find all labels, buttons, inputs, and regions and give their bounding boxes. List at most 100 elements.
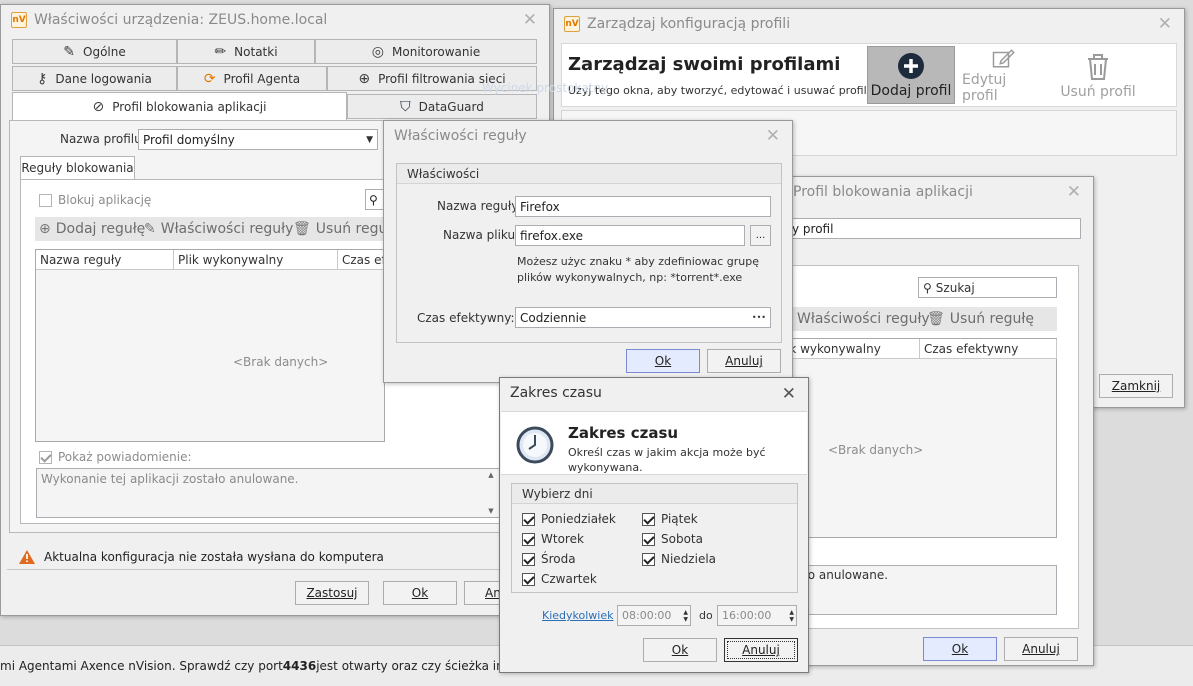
cancel-button[interactable]: Anuluj	[707, 349, 781, 373]
blocking-profile-select[interactable]: y profil	[787, 218, 1081, 239]
rule-titlebar[interactable]: Właściwości reguły	[384, 121, 792, 151]
key-icon: ⚷	[37, 70, 48, 87]
browse-button[interactable]: ...	[750, 225, 771, 246]
time-description: Określ czas w jakim akcja może być wykon…	[568, 446, 766, 474]
day-option[interactable]: Czwartek	[522, 572, 597, 586]
column-header[interactable]: Plik wykonywalny	[174, 250, 338, 270]
rules-grid[interactable]: Nazwa reguły Plik wykonywalny Czas efe <…	[35, 249, 393, 442]
notify-text-field[interactable]: stało anulowane.	[781, 565, 1057, 615]
rule-name-input[interactable]: Firefox	[515, 196, 771, 217]
profiles-titlebar[interactable]: nV Zarządzaj konfiguracją profili	[554, 9, 1184, 39]
close-icon[interactable]: ✕	[1158, 16, 1172, 33]
add-circle-icon	[898, 52, 924, 79]
search-icon: ⚲	[923, 280, 932, 295]
day-option[interactable]: Niedziela	[642, 552, 716, 566]
scroll-arrows[interactable]: ▲ ▼	[485, 471, 497, 515]
search-input[interactable]: ⚲	[365, 189, 385, 210]
blocking-title: Profil blokowania aplikacji	[793, 184, 973, 200]
ok-button[interactable]: Ok	[383, 581, 457, 605]
tab-dataguard[interactable]: ⛉ DataGuard	[347, 94, 537, 119]
rule-properties-button[interactable]: Właściwości reguły	[797, 311, 930, 327]
scroll-up-icon: ▲	[488, 471, 494, 479]
time-to-input[interactable]: 16:00:00 ▲ ▼	[717, 605, 797, 626]
profile-name-label: Nazwa profilu	[60, 132, 142, 146]
add-profile-button[interactable]: Dodaj profil	[867, 46, 955, 104]
app-block-icon: ⊘	[92, 98, 105, 115]
cancel-button[interactable]: Anuluj	[1004, 637, 1078, 661]
profiles-title: Zarządzaj konfiguracją profili	[587, 16, 791, 32]
file-name-input[interactable]: firefox.exe	[515, 225, 745, 246]
tab-block-rules[interactable]: Reguły blokowania	[20, 156, 135, 180]
more-icon[interactable]: •••	[752, 313, 766, 322]
day-checkbox[interactable]	[642, 552, 655, 566]
column-header[interactable]: ik wykonywalny	[782, 339, 920, 359]
close-icon[interactable]: ✕	[782, 386, 796, 403]
shield-icon: ⛉	[400, 98, 411, 115]
edit-profile-button[interactable]: Edytuj profil	[962, 48, 1046, 104]
tab-credentials[interactable]: ⚷ Dane logowania	[12, 66, 177, 91]
ok-button[interactable]: Ok	[923, 637, 997, 661]
rule-window: Właściwości reguły ✕ Właściwości Nazwa r…	[383, 120, 793, 383]
search-input[interactable]: ⚲ Szukaj	[918, 277, 1057, 298]
day-checkbox[interactable]	[522, 532, 535, 546]
block-apps-option[interactable]: Blokuj aplikację	[39, 193, 151, 207]
time-from-input[interactable]: 08:00:00 ▲ ▼	[617, 605, 691, 626]
globe-icon: ⊕	[358, 70, 371, 87]
tab-general[interactable]: ✎ Ogólne	[12, 39, 177, 64]
trash-icon: 🗑	[293, 221, 311, 237]
day-option[interactable]: Sobota	[642, 532, 703, 546]
day-option[interactable]: Środa	[522, 552, 576, 566]
blocking-rules-grid[interactable]: ik wykonywalny Czas efektywny <Brak dany…	[781, 338, 1057, 538]
tab-monitoring[interactable]: ◎ Monitorowanie	[315, 39, 537, 64]
close-button[interactable]: Zamknij	[1099, 374, 1173, 398]
ok-button[interactable]: Ok	[643, 638, 717, 662]
app-logo-icon: nV	[11, 12, 27, 28]
close-icon[interactable]: ✕	[766, 128, 780, 145]
column-header[interactable]: Czas efektywny	[920, 339, 1057, 359]
rule-properties-button[interactable]: ✎ Właściwości reguły	[144, 221, 293, 237]
device-titlebar[interactable]: nV Właściwości urządzenia: ZEUS.home.loc…	[1, 5, 549, 35]
notify-option[interactable]: Pokaż powiadomienie:	[39, 450, 192, 464]
day-checkbox[interactable]	[642, 512, 655, 526]
day-option[interactable]: Wtorek	[522, 532, 584, 546]
time-heading: Zakres czasu	[568, 424, 679, 442]
close-icon[interactable]: ✕	[523, 12, 537, 29]
time-titlebar[interactable]: Zakres czasu	[500, 378, 808, 408]
profiles-header: Zarządzaj swoimi profilami Użyj tego okn…	[561, 43, 1177, 107]
tab-app-blocking[interactable]: ⊘ Profil blokowania aplikacji	[12, 92, 347, 121]
cancel-button[interactable]: Anuluj	[724, 638, 798, 662]
tab-notes[interactable]: ✏ Notatki	[177, 39, 315, 64]
profile-select[interactable]: Profil domyślny ▼	[138, 129, 378, 150]
day-checkbox[interactable]	[642, 532, 655, 546]
day-option[interactable]: Poniedziałek	[522, 512, 616, 526]
notify-text-field[interactable]: Wykonanie tej aplikacji zostało anulowan…	[36, 468, 500, 518]
day-checkbox[interactable]	[522, 512, 535, 526]
profiles-heading: Zarządzaj swoimi profilami	[568, 54, 841, 75]
effective-time-field[interactable]: Codziennie •••	[515, 307, 771, 328]
day-option[interactable]: Piątek	[642, 512, 698, 526]
tab-agent-profile[interactable]: ⟳ Profil Agenta	[177, 66, 327, 91]
search-icon: ⚲	[369, 192, 378, 207]
column-header[interactable]: Czas efe	[338, 250, 393, 270]
anytime-link[interactable]: Kiedykolwiek	[542, 609, 613, 622]
add-rule-button[interactable]: ⊕ Dodaj regułę	[39, 221, 145, 237]
apply-button[interactable]: Zastosuj	[295, 581, 369, 605]
file-name-label: Nazwa pliku:	[443, 228, 520, 242]
spinner-icon[interactable]: ▲ ▼	[789, 609, 794, 623]
day-checkbox[interactable]	[522, 572, 535, 586]
group-header: Właściwości	[397, 164, 781, 184]
notify-checkbox[interactable]	[39, 450, 52, 464]
column-header[interactable]: Nazwa reguły	[36, 250, 174, 270]
status-text: mi Agentami Axence nVision. Sprawdź czy …	[0, 659, 283, 673]
close-icon[interactable]: ✕	[1067, 184, 1081, 201]
remove-rule-button[interactable]: 🗑 Usuń regułę	[927, 311, 1034, 327]
edit-icon	[992, 49, 1015, 68]
block-apps-checkbox[interactable]	[39, 193, 52, 207]
gauge-icon: ◎	[371, 43, 385, 60]
day-checkbox[interactable]	[522, 552, 535, 566]
edit-icon: ✎	[144, 221, 156, 237]
spinner-icon[interactable]: ▲ ▼	[683, 609, 688, 623]
blocking-titlebar[interactable]: Profil blokowania aplikacji	[761, 177, 1093, 207]
ok-button[interactable]: Ok	[626, 349, 700, 373]
remove-profile-button[interactable]: Usuń profil	[1054, 48, 1142, 104]
